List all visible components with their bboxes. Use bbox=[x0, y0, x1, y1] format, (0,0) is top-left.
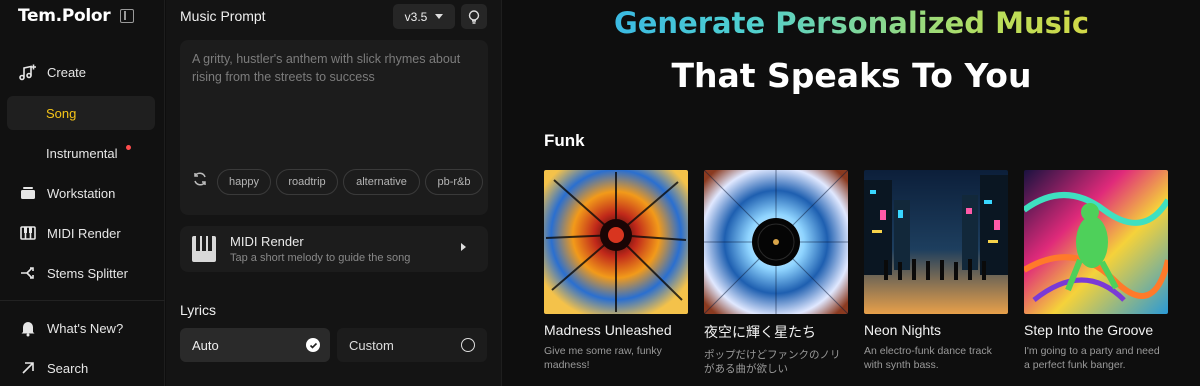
refresh-icon[interactable] bbox=[192, 171, 208, 187]
arrow-up-right-icon bbox=[19, 359, 37, 377]
hero-title-line1: Generate Personalized Music bbox=[503, 6, 1200, 40]
sidebar: Tem.Polor Create Song Instrumental Works… bbox=[0, 0, 165, 386]
song-card[interactable]: Madness Unleashed Give me some raw, funk… bbox=[544, 170, 688, 372]
brand-logo[interactable]: Tem.Polor bbox=[18, 6, 111, 26]
sidebar-item-label: Search bbox=[47, 360, 89, 376]
card-description: An electro-funk dance track with synth b… bbox=[864, 345, 992, 371]
main-content: Generate Personalized Music That Speaks … bbox=[503, 0, 1200, 386]
tag-chip[interactable]: happy bbox=[217, 169, 271, 195]
section-title: Funk bbox=[544, 131, 585, 150]
version-select[interactable]: v3.5 bbox=[393, 4, 455, 29]
tag-chip[interactable]: roadtrip bbox=[276, 169, 338, 195]
midi-title: MIDI Render bbox=[230, 234, 304, 249]
sidebar-item-label: Workstation bbox=[47, 185, 116, 201]
midi-render-card[interactable]: MIDI Render Tap a short melody to guide … bbox=[180, 226, 488, 272]
card-title: 夜空に輝く星たち bbox=[704, 324, 816, 340]
card-description: I'm going to a party and need a perfect … bbox=[1024, 345, 1160, 371]
song-card[interactable]: Step Into the Groove I'm going to a part… bbox=[1024, 170, 1168, 372]
cover-art[interactable] bbox=[1024, 170, 1168, 314]
sidebar-item-stems-splitter[interactable]: Stems Splitter bbox=[7, 256, 155, 290]
tag-chip[interactable]: pb-r&b bbox=[425, 169, 483, 195]
sidebar-item-label: Instrumental bbox=[46, 145, 118, 161]
song-card[interactable]: Neon Nights An electro-funk dance track … bbox=[864, 170, 1008, 372]
sidebar-item-create[interactable]: Create bbox=[7, 55, 155, 89]
idea-button[interactable] bbox=[461, 4, 487, 29]
piano-icon bbox=[192, 236, 216, 262]
card-title: Neon Nights bbox=[864, 322, 942, 338]
option-label: Auto bbox=[192, 337, 219, 353]
check-circle-icon bbox=[306, 338, 320, 352]
song-card[interactable]: 夜空に輝く星たち ポップだけどファンクのノリがある曲が欲しい bbox=[704, 170, 848, 376]
prompt-textarea[interactable]: A gritty, hustler's anthem with slick rh… bbox=[180, 40, 488, 215]
midi-subtitle: Tap a short melody to guide the song bbox=[230, 252, 411, 264]
new-indicator-dot bbox=[126, 145, 131, 150]
version-value: v3.5 bbox=[404, 9, 428, 24]
sidebar-item-label: MIDI Render bbox=[47, 225, 121, 241]
cover-art[interactable] bbox=[704, 170, 848, 314]
sidebar-item-label: Create bbox=[47, 64, 87, 80]
workstation-icon bbox=[19, 184, 37, 202]
hero-title-line2: That Speaks To You bbox=[671, 56, 1032, 95]
card-title: Step Into the Groove bbox=[1024, 322, 1154, 338]
sidebar-item-whats-new[interactable]: What's New? bbox=[7, 311, 155, 345]
bell-icon bbox=[19, 319, 37, 337]
sidebar-item-label: What's New? bbox=[47, 320, 124, 336]
sidebar-item-label: Stems Splitter bbox=[47, 265, 128, 281]
music-plus-icon bbox=[19, 63, 37, 81]
sidebar-collapse-icon[interactable] bbox=[120, 9, 135, 23]
brand[interactable]: Tem.Polor bbox=[18, 6, 135, 26]
lyrics-option-auto[interactable]: Auto bbox=[180, 328, 330, 362]
card-description: ポップだけどファンクのノリがある曲が欲しい bbox=[704, 349, 841, 375]
card-title: Madness Unleashed bbox=[544, 322, 672, 338]
cover-art[interactable] bbox=[544, 170, 688, 314]
sidebar-item-label: Song bbox=[46, 105, 77, 121]
sidebar-item-search[interactable]: Search bbox=[7, 351, 155, 385]
chevron-right-icon bbox=[461, 243, 466, 251]
cover-art[interactable] bbox=[864, 170, 1008, 314]
prompt-placeholder: A gritty, hustler's anthem with slick rh… bbox=[192, 52, 461, 84]
piano-keys-icon bbox=[19, 224, 37, 242]
music-prompt-title: Music Prompt bbox=[180, 8, 266, 24]
sidebar-divider bbox=[0, 300, 165, 301]
option-label: Custom bbox=[349, 337, 394, 353]
tag-chip[interactable]: alternative bbox=[343, 169, 420, 195]
card-description: Give me some raw, funky madness! bbox=[544, 345, 662, 371]
chevron-down-icon bbox=[435, 14, 444, 19]
lightbulb-icon bbox=[468, 9, 480, 24]
split-icon bbox=[19, 264, 37, 282]
sidebar-item-instrumental[interactable]: Instrumental bbox=[7, 136, 155, 170]
radio-empty-icon bbox=[461, 338, 475, 352]
sidebar-item-workstation[interactable]: Workstation bbox=[7, 176, 155, 210]
lyrics-title: Lyrics bbox=[180, 302, 217, 318]
prompt-panel: Music Prompt v3.5 A gritty, hustler's an… bbox=[166, 0, 502, 386]
sidebar-item-midi-render[interactable]: MIDI Render bbox=[7, 216, 155, 250]
lyrics-option-custom[interactable]: Custom bbox=[337, 328, 487, 362]
sidebar-item-song[interactable]: Song bbox=[7, 96, 155, 130]
